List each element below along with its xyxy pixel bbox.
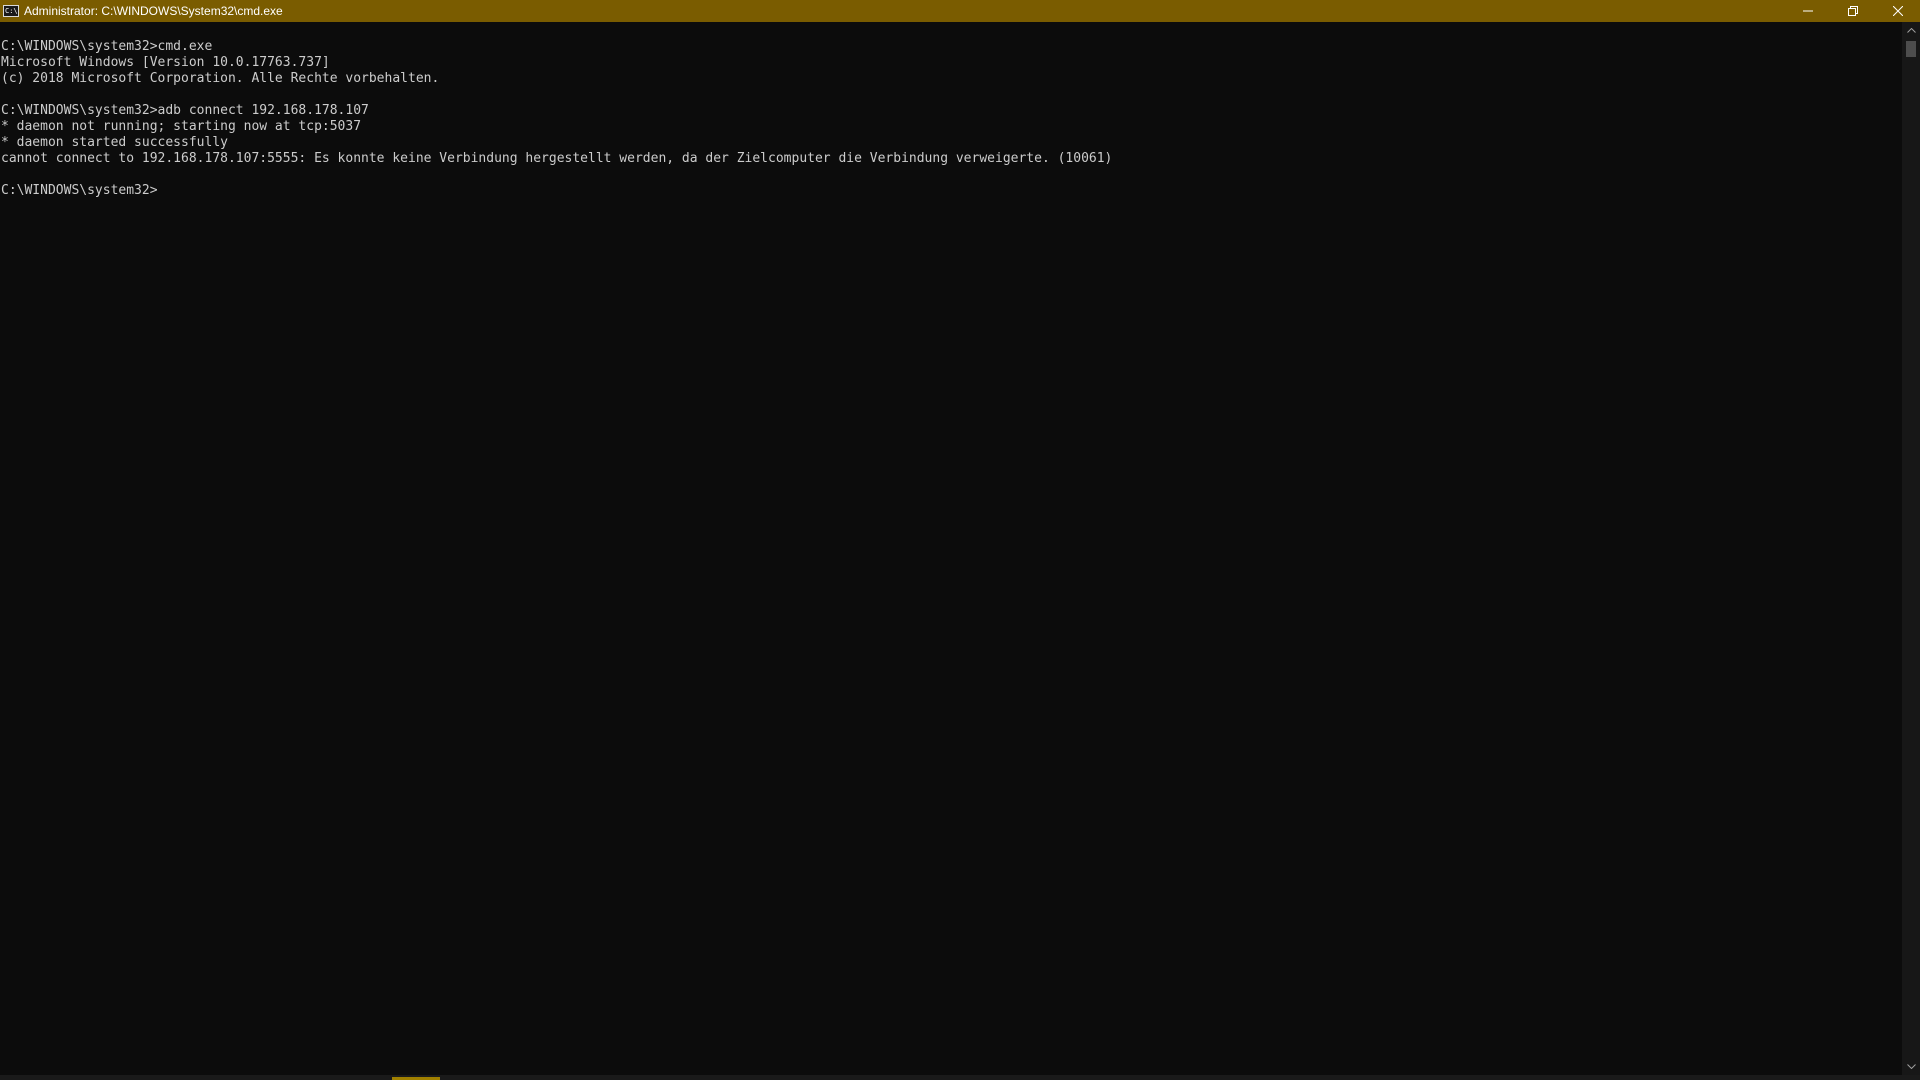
vertical-scrollbar[interactable] xyxy=(1902,22,1920,1075)
scrollbar-thumb[interactable] xyxy=(1906,41,1916,57)
close-button[interactable] xyxy=(1875,0,1920,22)
window-title: Administrator: C:\WINDOWS\System32\cmd.e… xyxy=(24,4,283,18)
chevron-down-icon xyxy=(1906,1064,1916,1069)
minimize-icon xyxy=(1802,10,1813,12)
console-line: C:\WINDOWS\system32>cmd.exe xyxy=(1,39,213,54)
cmd-window: C:\ Administrator: C:\WINDOWS\System32\c… xyxy=(0,0,1920,1080)
minimize-button[interactable] xyxy=(1785,0,1830,22)
title-bar[interactable]: C:\ Administrator: C:\WINDOWS\System32\c… xyxy=(0,0,1920,22)
console-line: * daemon started successfully xyxy=(1,135,228,150)
console-text: C:\WINDOWS\system32>cmd.exe Microsoft Win… xyxy=(0,22,1902,199)
console-line: Microsoft Windows [Version 10.0.17763.73… xyxy=(1,55,330,70)
chevron-up-icon xyxy=(1906,28,1916,33)
scroll-up-button[interactable] xyxy=(1902,22,1920,39)
restore-button[interactable] xyxy=(1830,0,1875,22)
close-icon xyxy=(1892,6,1903,16)
console-line: C:\WINDOWS\system32>adb connect 192.168.… xyxy=(1,103,369,118)
console-line: * daemon not running; starting now at tc… xyxy=(1,119,362,134)
command-prompt[interactable]: C:\WINDOWS\system32> xyxy=(1,183,1902,199)
console-output[interactable]: C:\WINDOWS\system32>cmd.exe Microsoft Win… xyxy=(0,22,1902,1075)
scroll-down-button[interactable] xyxy=(1902,1058,1920,1075)
console-line: cannot connect to 192.168.178.107:5555: … xyxy=(1,151,1113,166)
window-bottom-border xyxy=(0,1075,1920,1080)
restore-icon xyxy=(1847,6,1858,16)
window-controls xyxy=(1785,0,1920,22)
console-line: (c) 2018 Microsoft Corporation. Alle Rec… xyxy=(1,71,440,86)
cmd-app-icon[interactable]: C:\ xyxy=(3,5,19,17)
